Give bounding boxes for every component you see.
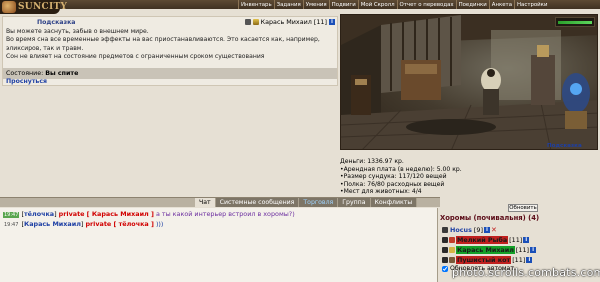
info-icon[interactable]: i [530,246,537,253]
user-level: [11] [515,245,530,254]
message-text: а ты какой интерьер встроил в хоромы?) [155,210,295,218]
room-user-list: Hocus [9] i ✕ Мелкий Рыба [11] i Карась … [442,225,600,265]
tab-group[interactable]: Группа [338,198,371,207]
private-target[interactable]: private [ тёлочка ] [85,220,153,228]
hint-panel: Подсказка Карась Михаил [11] i Вы можете… [2,16,338,86]
chat-tab-bar: Чат Системные сообщения Торговля Группа … [0,197,440,207]
user-name[interactable]: Hocus [449,226,473,234]
private-target[interactable]: private [ Карась Михаил ] [59,210,154,218]
message-text: ))) [155,220,164,228]
menu-battles[interactable]: Поединки [455,0,489,9]
hint-title: Подсказка [37,19,76,26]
info-icon[interactable]: i [329,19,335,25]
clan-icon [449,246,455,253]
close-icon[interactable]: ✕ [491,226,497,234]
menu-settings[interactable]: Настройки [514,0,549,9]
sender-nick[interactable]: тёлочка [24,210,54,218]
main-menu: Инвентарь Задания Умения Подвиги Мой Скр… [238,0,549,9]
user-row: Карась Михаил [11] i [442,245,600,254]
fist-icon [2,1,16,13]
user-badge: Карась Михаил [11] i [244,18,335,26]
wake-up-link[interactable]: Проснуться [6,78,47,85]
hp-fill [558,21,592,24]
tab-system-messages[interactable]: Системные сообщения [215,198,300,207]
lock-icon [244,19,251,25]
lock-icon [442,246,448,253]
hp-bar [555,17,595,27]
chat-log[interactable]: 19:47 [тёлочка] private [ Карась Михаил … [0,208,438,282]
top-menu-bar: Инвентарь Задания Умения Подвиги Мой Скр… [0,0,600,9]
menu-inventory[interactable]: Инвентарь [238,0,274,9]
message-time: 19:47 [3,212,20,218]
tab-trade[interactable]: Торговля [299,198,339,207]
user-level: [9] [473,225,483,234]
user-row: Hocus [9] i ✕ [442,225,600,234]
rent-line: Арендная плата (в неделю): 5.00 кр. [340,166,590,174]
hint-line: Во время сна все временные эффекты на ва… [6,36,320,44]
chat-message: 19:47 [Карась Михаил] private [ тёлочка … [4,220,164,228]
status-label: Состояние: [6,70,44,77]
menu-skills[interactable]: Умения [302,0,329,9]
status-value: Вы спите [45,70,79,77]
user-name[interactable]: Мелкий Рыба [456,235,509,244]
pets-line: Мест для животных: 4/4 [340,188,590,196]
clan-emblem-icon [252,19,259,25]
hint-line: эликсиров, так и травм. [6,44,84,52]
user-level: [11] [509,235,523,244]
auto-refresh-checkbox[interactable] [442,265,448,272]
storage-info: Деньги: 1336.97 кр. Арендная плата (в не… [340,158,590,196]
clan-icon [449,236,455,243]
hint-header: Подсказка Карась Михаил [11] i [3,17,337,27]
hint-text: Вы можете заснуть, забыв о внешнем мире.… [3,27,337,62]
hint-line: Сон не влияет на состояние предметов с о… [6,52,265,60]
menu-feats[interactable]: Подвиги [328,0,358,9]
room-scene[interactable] [340,14,598,150]
money-line: Деньги: 1336.97 кр. [340,158,404,165]
user-row: Пушистый кот [11] i [442,255,600,264]
lock-icon [442,256,448,263]
logo-text: SUNCITY [18,2,68,12]
sleep-status: Состояние: Вы спите [3,68,337,79]
refresh-button[interactable]: Обновить [508,204,538,212]
user-name[interactable]: Пушистый кот [456,255,512,264]
scene-hint-link[interactable]: Подсказка [547,143,582,149]
menu-transfers[interactable]: Отчет о переводах [396,0,456,9]
tab-chat[interactable]: Чат [195,198,216,207]
watermark: photo.scrolls.combats.com [452,266,600,279]
user-name[interactable]: Карась Михаил [456,245,515,254]
chat-tabs: Чат Системные сообщения Торговля Группа … [195,198,418,207]
sender-nick[interactable]: Карась Михаил [24,220,81,228]
info-icon[interactable]: i [526,256,533,263]
lock-icon [442,236,448,243]
tab-conflicts[interactable]: Конфликты [370,198,418,207]
menu-my-scroll[interactable]: Мой Скролл [357,0,397,9]
message-time: 19:47 [4,222,19,228]
shelf-line: Полка: 76/80 расходных вещей [340,181,590,189]
user-name[interactable]: Карась Михаил [261,18,312,26]
chat-message: 19:47 [тёлочка] private [ Карась Михаил … [3,210,295,218]
chest-line: Размер сундука: 117/120 вещей [340,173,590,181]
clan-icon [442,226,448,233]
hint-line: Вы можете заснуть, забыв о внешнем мире. [6,28,149,35]
room-illustration [341,15,597,149]
menu-profile[interactable]: Анкета [488,0,514,9]
user-row: Мелкий Рыба [11] i [442,235,600,244]
info-icon[interactable]: i [523,236,530,243]
user-level: [11] [313,18,327,26]
menu-quests[interactable]: Задания [273,0,303,9]
user-level: [11] [512,255,526,264]
clan-icon [449,256,455,263]
room-title: Хоромы (почивальня) (4) [440,214,540,222]
logo[interactable]: SUNCITY [0,0,67,14]
info-icon[interactable]: i [483,226,490,233]
